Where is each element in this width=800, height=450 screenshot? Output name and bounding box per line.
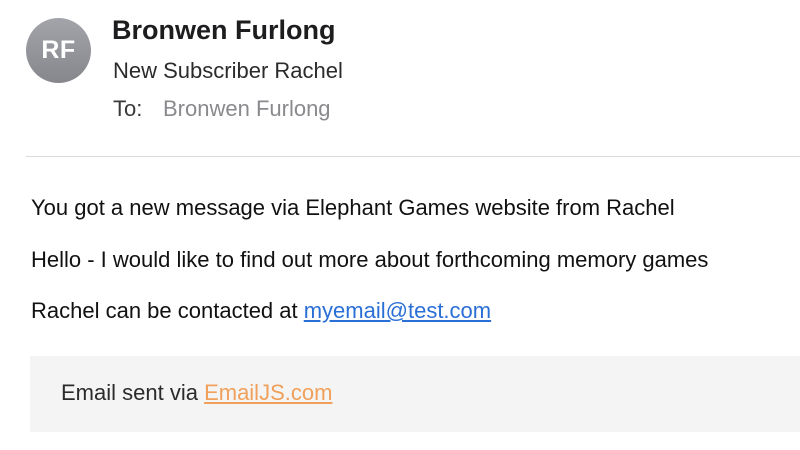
sender-name: Bronwen Furlong xyxy=(112,15,336,45)
contact-prefix: Rachel can be contacted at xyxy=(31,298,304,323)
email-subject: New Subscriber Rachel xyxy=(113,58,343,83)
to-label: To: xyxy=(113,96,143,121)
header-divider xyxy=(26,156,800,157)
sender-avatar: RF xyxy=(26,18,91,83)
emailjs-link[interactable]: EmailJS.com xyxy=(204,380,332,405)
footer-text: Email sent via EmailJS.com xyxy=(61,380,332,406)
contact-email-link[interactable]: myemail@test.com xyxy=(304,298,491,323)
recipient-row: To: Bronwen Furlong xyxy=(113,96,331,122)
message-content: Hello - I would like to find out more ab… xyxy=(31,247,709,272)
footer-prefix: Email sent via xyxy=(61,380,205,405)
contact-line: Rachel can be contacted at myemail@test.… xyxy=(31,298,491,324)
email-header: RF Bronwen Furlong New Subscriber Rachel… xyxy=(0,0,800,158)
avatar-initials: RF xyxy=(41,36,76,64)
footer-box: Email sent via EmailJS.com xyxy=(30,356,800,432)
message-intro: You got a new message via Elephant Games… xyxy=(31,195,675,220)
recipient-name[interactable]: Bronwen Furlong xyxy=(163,96,331,121)
